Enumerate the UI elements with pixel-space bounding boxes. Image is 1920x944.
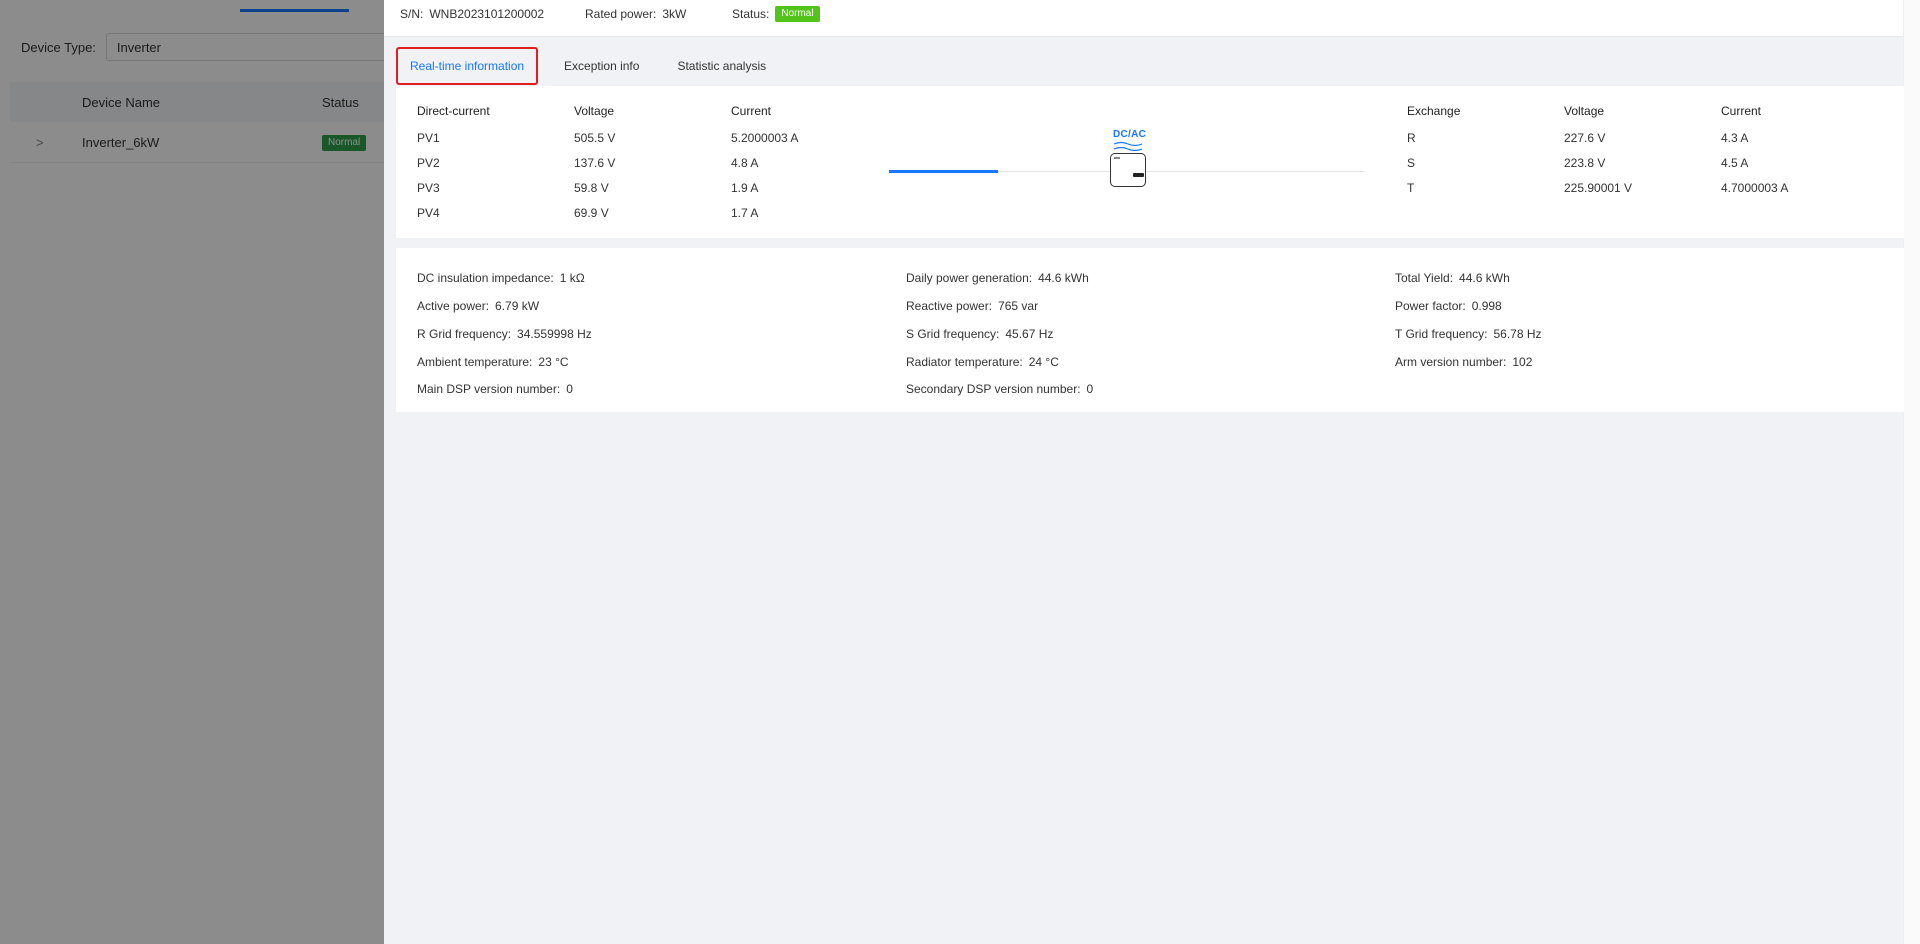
param-radiator-temperature: Radiator temperature: 24 °C	[906, 355, 1059, 369]
detail-tabs: Real-time information Exception info Sta…	[396, 46, 792, 86]
param-power-factor: Power factor: 0.998	[1395, 299, 1502, 313]
device-status-label: Status:	[732, 7, 770, 21]
param-secondary-dsp-version: Secondary DSP version number: 0	[906, 382, 1094, 396]
ac-current-value: 4.3 A	[1721, 131, 1749, 145]
param-reactive-power: Reactive power: 765 var	[906, 299, 1039, 313]
dc-table: Direct-current Voltage Current PV1 505.5…	[417, 102, 837, 222]
device-detail-drawer: S/N: WNB2023101200002 Rated power: 3kW S…	[384, 0, 1920, 944]
rated-power-label: Rated power:	[585, 7, 657, 21]
serial-number-value: WNB2023101200002	[429, 7, 545, 21]
tab-exception-info[interactable]: Exception info	[552, 49, 651, 83]
ac-phase-name: R	[1407, 131, 1416, 145]
ac-phase-name: T	[1407, 181, 1415, 195]
param-s-grid-frequency: S Grid frequency: 45.67 Hz	[906, 327, 1054, 341]
serial-number-label: S/N:	[400, 7, 424, 21]
dc-current-value: 5.2000003 A	[731, 131, 799, 145]
param-r-grid-frequency: R Grid frequency: 34.559998 Hz	[417, 327, 592, 341]
param-total-yield: Total Yield: 44.6 kWh	[1395, 271, 1510, 285]
dc-voltage-value: 59.8 V	[574, 181, 609, 195]
dc-string-name: PV4	[417, 206, 440, 220]
dc-voltage-value: 69.9 V	[574, 206, 609, 220]
dc-voltage-value: 137.6 V	[574, 156, 616, 170]
param-active-power: Active power: 6.79 kW	[417, 299, 540, 313]
scrollbar[interactable]	[1903, 0, 1920, 944]
flow-line-active	[889, 170, 998, 173]
param-daily-power-generation: Daily power generation: 44.6 kWh	[906, 271, 1089, 285]
ac-voltage-value: 227.6 V	[1564, 131, 1606, 145]
rated-power-value: 3kW	[662, 7, 687, 21]
tab-real-time-information[interactable]: Real-time information	[396, 47, 539, 85]
param-t-grid-frequency: T Grid frequency: 56.78 Hz	[1395, 327, 1542, 341]
device-status: Status: Normal	[732, 6, 820, 22]
ac-table: Exchange Voltage Current R 227.6 V 4.3 A…	[1407, 102, 1867, 202]
dc-string-name: PV1	[417, 131, 440, 145]
ac-current-value: 4.7000003 A	[1721, 181, 1789, 195]
dc-current-value: 4.8 A	[731, 156, 759, 170]
inverter-icon	[1110, 153, 1146, 187]
ac-voltage-value: 223.8 V	[1564, 156, 1606, 170]
dc-current-value: 1.9 A	[731, 181, 759, 195]
dc-ac-label: DC/AC	[1113, 129, 1147, 140]
dc-header-voltage: Voltage	[574, 104, 615, 118]
device-parameters-panel: DC insulation impedance: 1 kΩ Daily power…	[396, 248, 1904, 412]
param-main-dsp-version: Main DSP version number: 0	[417, 382, 573, 396]
device-summary-header: S/N: WNB2023101200002 Rated power: 3kW S…	[384, 0, 1920, 37]
dc-voltage-value: 505.5 V	[574, 131, 616, 145]
ac-wave-icon	[1113, 141, 1143, 151]
param-ambient-temperature: Ambient temperature: 23 °C	[417, 355, 569, 369]
dc-current-value: 1.7 A	[731, 206, 759, 220]
ac-phase-name: S	[1407, 156, 1416, 170]
ac-header-voltage: Voltage	[1564, 104, 1605, 118]
dc-header-current: Current	[731, 104, 772, 118]
ac-current-value: 4.5 A	[1721, 156, 1749, 170]
dc-string-name: PV3	[417, 181, 440, 195]
ac-header-current: Current	[1721, 104, 1762, 118]
ac-voltage-value: 225.90001 V	[1564, 181, 1633, 195]
param-arm-version-number: Arm version number: 102	[1395, 355, 1533, 369]
realtime-panel: Direct-current Voltage Current PV1 505.5…	[396, 86, 1904, 238]
status-badge: Normal	[775, 6, 820, 22]
dc-header-direct-current: Direct-current	[417, 104, 490, 118]
serial-number: S/N: WNB2023101200002	[400, 6, 544, 22]
ac-header-exchange: Exchange	[1407, 104, 1461, 118]
rated-power: Rated power: 3kW	[585, 6, 686, 22]
param-dc-insulation-impedance: DC insulation impedance: 1 kΩ	[417, 271, 585, 285]
dc-ac-flow-diagram: DC/AC	[889, 116, 1369, 196]
tab-statistic-analysis[interactable]: Statistic analysis	[665, 49, 778, 83]
dc-string-name: PV2	[417, 156, 440, 170]
